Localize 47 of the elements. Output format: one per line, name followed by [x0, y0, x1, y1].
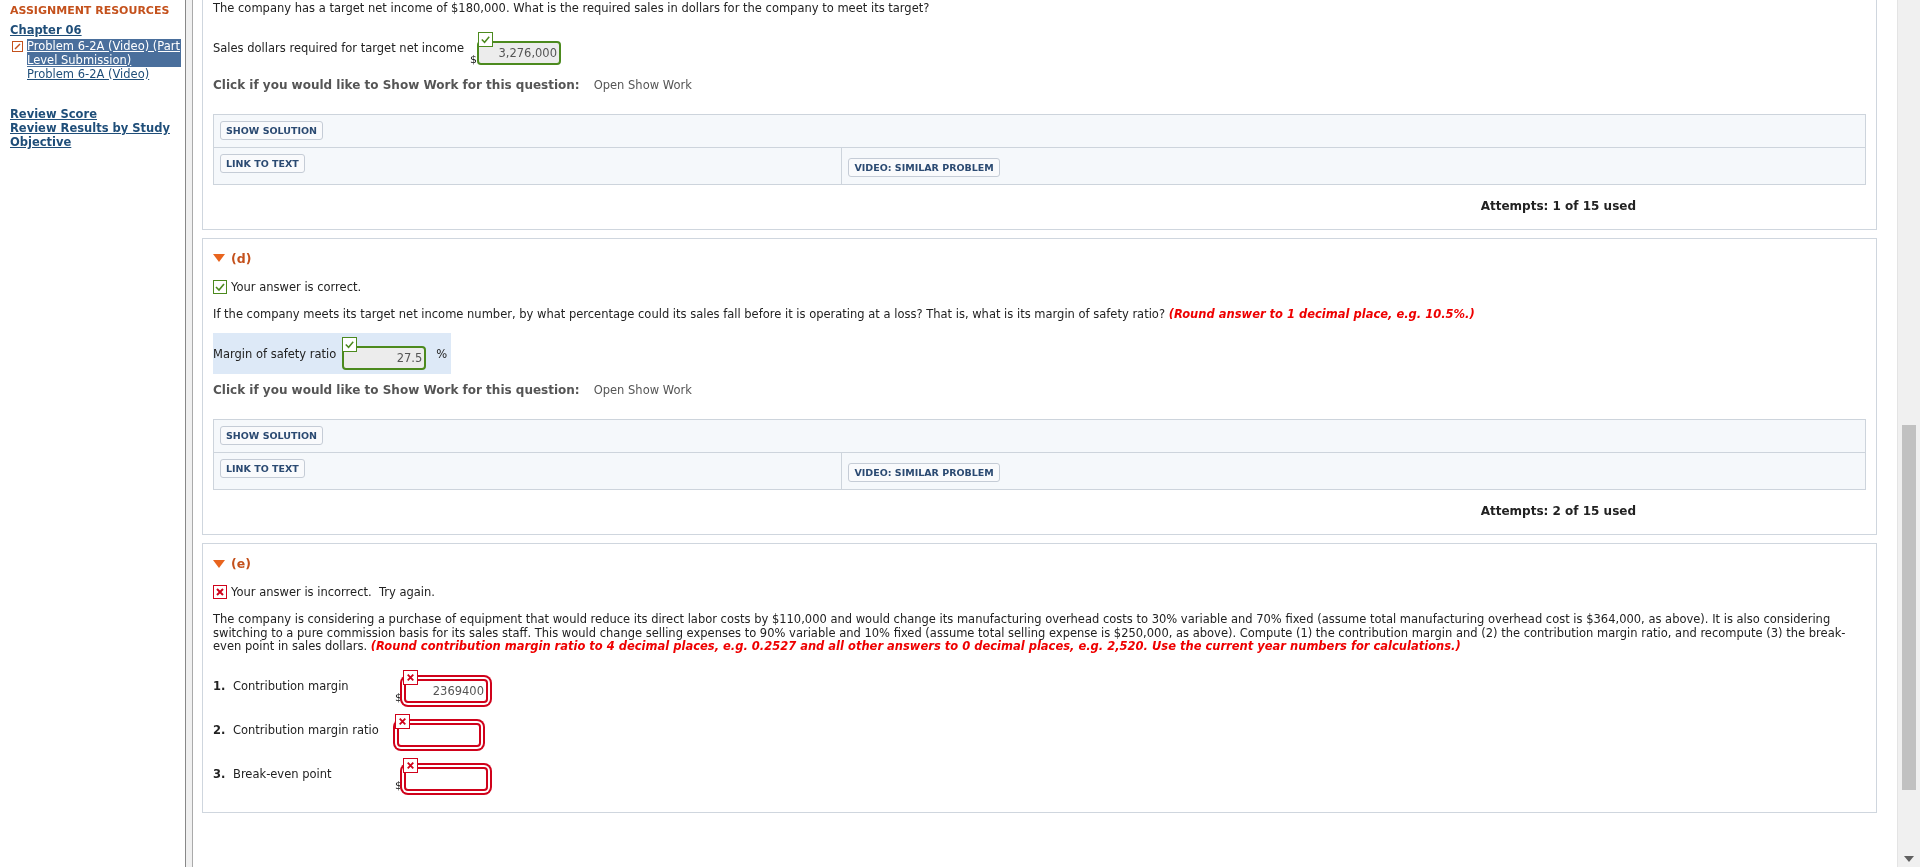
- currency-sign: $: [470, 54, 477, 65]
- question-text: The company has a target net income of $180,000. What is the required sales in dollars for the company to meet its target?: [213, 2, 931, 16]
- show-work-prompt: Click if you would like to Show Work for this question:: [213, 77, 580, 92]
- resource-button[interactable]: LINK TO TEXT: [220, 153, 305, 173]
- sidebar-link[interactable]: Review Score: [10, 107, 181, 121]
- question-text: The company is considering a purchase of equipment that would reduce its direct labor costs by $110,000 and would change its manufacturing overhead costs to 30% variable and 70% fixed (assume total manufacturing overhead cost is $364,000, as above). It is also considering switching to a pure commission basis for its sales staff. This would change selling expenses to 90% variable and 10% fixed (assume total selling expense is $250,000, as above). Compute (1) the contribution margin and (2) the contribution margin ratio, and recompute (3) the break-even point in sales dollars. (Round contribution margin ratio to 4 decimal places, e.g. 0.2527 and all other answers to 0 decimal places, e.g. 2,520. Use the current year numbers for calculations.): [213, 613, 1847, 654]
- show-work-link[interactable]: Open Show Work: [593, 77, 692, 92]
- problem-link[interactable]: Problem 6-2A (Video) (Part Level Submission): [27, 39, 181, 67]
- sidebar-link[interactable]: Review Results by Study Objective: [10, 121, 181, 149]
- attempts-count: Attempts: 1 of 15 used: [1480, 198, 1636, 213]
- chapter-link[interactable]: Chapter 06: [10, 23, 82, 37]
- question-text: If the company meets its target net income number, by what percentage could its sales fall before it is operating at a loss? That is, what is its margin of safety ratio? (Round answer to 1 decimal place, e.g. 10.5%.): [213, 307, 1476, 321]
- answer-field[interactable]: [404, 766, 488, 791]
- part-label: (e): [231, 556, 251, 571]
- answer-label: Margin of safety ratio: [213, 346, 337, 361]
- scrollbar[interactable]: [1897, 0, 1920, 867]
- collapse-icon[interactable]: [213, 254, 225, 262]
- answer-label: Break-even point: [233, 767, 333, 781]
- currency-sign: $: [395, 780, 402, 791]
- part-label: (d): [231, 250, 252, 266]
- answer-label: Sales dollars required for target net income: [213, 41, 464, 55]
- feedback-text: Your answer is incorrect. Try again.: [231, 585, 435, 599]
- attempts-count: Attempts: 2 of 15 used: [1480, 504, 1636, 518]
- item-number: 3.: [213, 767, 227, 781]
- pencil-icon: [12, 41, 23, 52]
- item-number: 1.: [213, 679, 227, 693]
- answer-label: Contribution margin ratio: [233, 723, 380, 737]
- scroll-down-icon[interactable]: [1904, 856, 1914, 863]
- resource-button[interactable]: VIDEO: SIMILAR PROBLEM: [848, 157, 1000, 177]
- unit-label: %: [436, 346, 448, 361]
- collapse-icon[interactable]: [213, 559, 225, 568]
- show-work-link[interactable]: Open Show Work: [593, 383, 692, 397]
- feedback-text: Your answer is correct.: [231, 279, 362, 294]
- currency-sign: $: [395, 692, 402, 703]
- answer-field[interactable]: 2369400: [404, 678, 488, 703]
- problem-link[interactable]: Problem 6-2A (Video): [27, 67, 150, 81]
- resource-button[interactable]: SHOW SOLUTION: [220, 426, 324, 445]
- answer-label: Contribution margin: [233, 679, 350, 693]
- resource-button[interactable]: LINK TO TEXT: [220, 459, 305, 478]
- resource-button[interactable]: SHOW SOLUTION: [220, 120, 324, 140]
- answer-field[interactable]: [397, 722, 481, 747]
- sidebar-heading: ASSIGNMENT RESOURCES: [10, 4, 171, 17]
- answer-field[interactable]: 27.5: [342, 346, 427, 370]
- resource-button[interactable]: VIDEO: SIMILAR PROBLEM: [848, 463, 1000, 482]
- answer-field[interactable]: 3,276,000: [477, 40, 561, 65]
- show-work-prompt: Click if you would like to Show Work for this question:: [213, 383, 580, 397]
- item-number: 2.: [213, 723, 227, 737]
